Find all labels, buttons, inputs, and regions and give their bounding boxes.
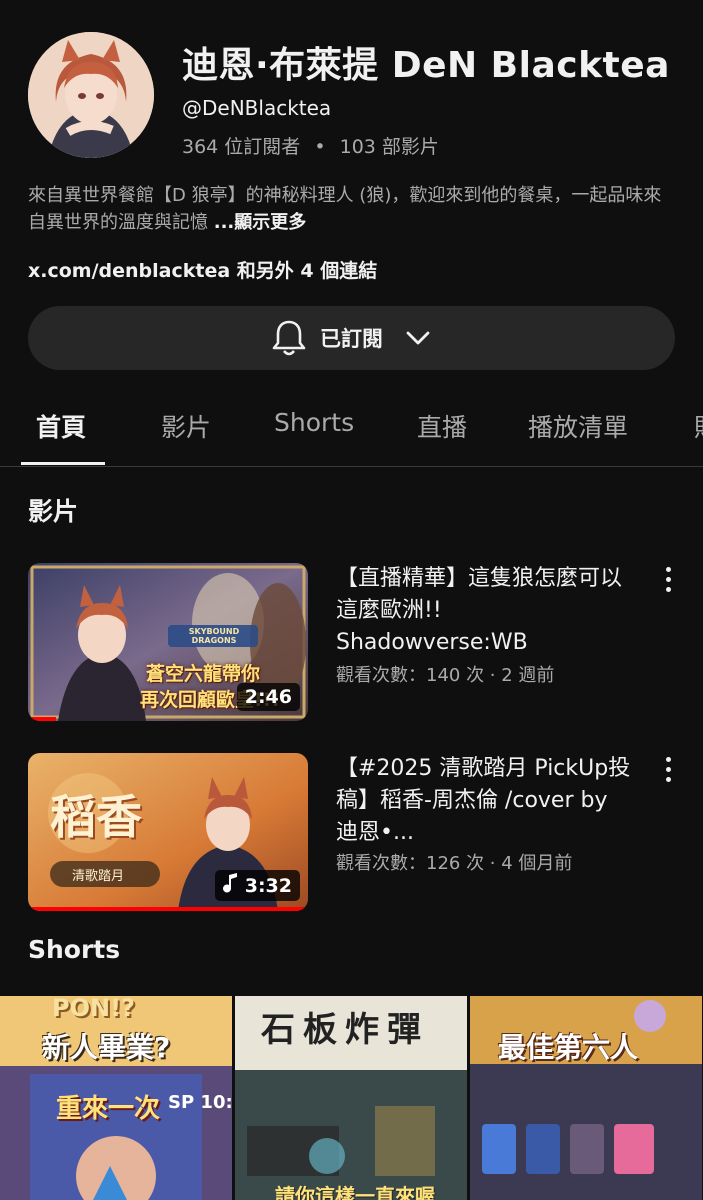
short-subtitle: 請你這樣一直來喔 <box>275 1184 435 1200</box>
short-top-text: PON!? <box>52 996 135 1022</box>
channel-description[interactable]: 來自異世界餐館【D 狼亭】的神秘料理人 (狼)，歡迎來到他的餐桌，一起品味來自異… <box>28 182 678 236</box>
short-extra-text: SP 10:02 <box>168 1092 232 1113</box>
shorts-shelf: PON!? 新人畢業? 重來一次 SP 10:02 石板炸彈 請你這樣一直來喔 … <box>0 996 703 1200</box>
channel-tabs: 首頁 影片 Shorts 直播 播放清單 貼 <box>0 395 703 467</box>
channel-links[interactable]: x.com/denblacktea 和另外 4 個連結 <box>28 256 377 283</box>
video-item[interactable]: SKYBOUND DRAGONS 蒼空六龍帶你 再次回顧歐皇!!! 2:46 【… <box>28 563 688 723</box>
music-note-icon <box>222 873 239 898</box>
video-title[interactable]: 【直播精華】這隻狼怎麼可以這麼歐洲!! Shadowverse:WB <box>336 563 636 659</box>
thumbnail-logo: SKYBOUND DRAGONS <box>188 627 240 645</box>
videos-section-title: 影片 <box>28 497 79 526</box>
short-item[interactable]: PON!? 新人畢業? 重來一次 SP 10:02 <box>0 996 232 1200</box>
subscribed-button[interactable]: 已訂閱 <box>28 306 675 370</box>
short-item[interactable]: 最佳第六人 <box>470 996 702 1200</box>
tab-playlists[interactable]: 播放清單 <box>528 408 628 444</box>
video-duration: 3:32 <box>214 870 300 901</box>
show-more-link[interactable]: ...顯示更多 <box>214 212 307 233</box>
channel-name: 迪恩·布萊提 DeN Blacktea <box>182 45 670 86</box>
short-title: 石板炸彈 <box>261 1010 429 1050</box>
description-text: 來自異世界餐館【D 狼亭】的神秘料理人 (狼)，歡迎來到他的餐桌，一起品味來自異… <box>28 185 662 233</box>
video-thumbnail[interactable]: SKYBOUND DRAGONS 蒼空六龍帶你 再次回顧歐皇!!! 2:46 <box>28 563 308 721</box>
video-meta: 觀看次數：126 次 · 4 個月前 <box>336 853 573 874</box>
video-count: 103 部影片 <box>339 136 439 158</box>
thumbnail-text-line1: 蒼空六龍帶你 <box>146 663 261 685</box>
short-title: 新人畢業? <box>42 1031 171 1064</box>
subscriber-count: 364 位訂閱者 <box>182 136 301 158</box>
short-subtitle: 重來一次 <box>56 1094 161 1124</box>
thumbnail-text-subtitle: 清歌踏月 <box>72 869 125 884</box>
tab-shorts[interactable]: Shorts <box>274 408 354 437</box>
tab-posts[interactable]: 貼 <box>694 408 703 444</box>
video-title[interactable]: 【#2025 清歌踏月 PickUp投稿】稻香-周杰倫 /cover by 迪恩… <box>336 753 636 849</box>
tab-videos[interactable]: 影片 <box>161 408 211 444</box>
tab-live[interactable]: 直播 <box>417 408 467 444</box>
short-title: 最佳第六人 <box>498 1031 639 1064</box>
video-thumbnail[interactable]: 稻香 清歌踏月 3:32 <box>28 753 308 911</box>
channel-stats: 364 位訂閱者 • 103 部影片 <box>182 132 439 159</box>
stats-separator: • <box>314 136 326 158</box>
more-options-icon[interactable] <box>660 567 676 597</box>
video-meta: 觀看次數：140 次 · 2 週前 <box>336 665 555 686</box>
watch-progress-bar <box>28 907 308 911</box>
short-item[interactable]: 石板炸彈 請你這樣一直來喔 <box>235 996 467 1200</box>
channel-avatar[interactable] <box>28 32 154 158</box>
bell-icon <box>272 319 306 357</box>
watch-progress-bar <box>28 717 56 721</box>
thumbnail-text-title: 稻香 <box>50 790 142 844</box>
active-tab-indicator <box>21 462 105 465</box>
channel-handle: @DeNBlacktea <box>182 96 332 120</box>
shorts-section-title: Shorts <box>28 935 121 964</box>
subscribed-label: 已訂閱 <box>320 327 383 351</box>
video-duration: 2:46 <box>236 683 300 711</box>
more-options-icon[interactable] <box>660 757 676 787</box>
video-item[interactable]: 稻香 清歌踏月 3:32 【#2025 清歌踏月 PickUp投稿】稻香-周杰倫… <box>28 753 688 913</box>
tab-home[interactable]: 首頁 <box>36 408 86 444</box>
chevron-down-icon <box>405 330 431 346</box>
